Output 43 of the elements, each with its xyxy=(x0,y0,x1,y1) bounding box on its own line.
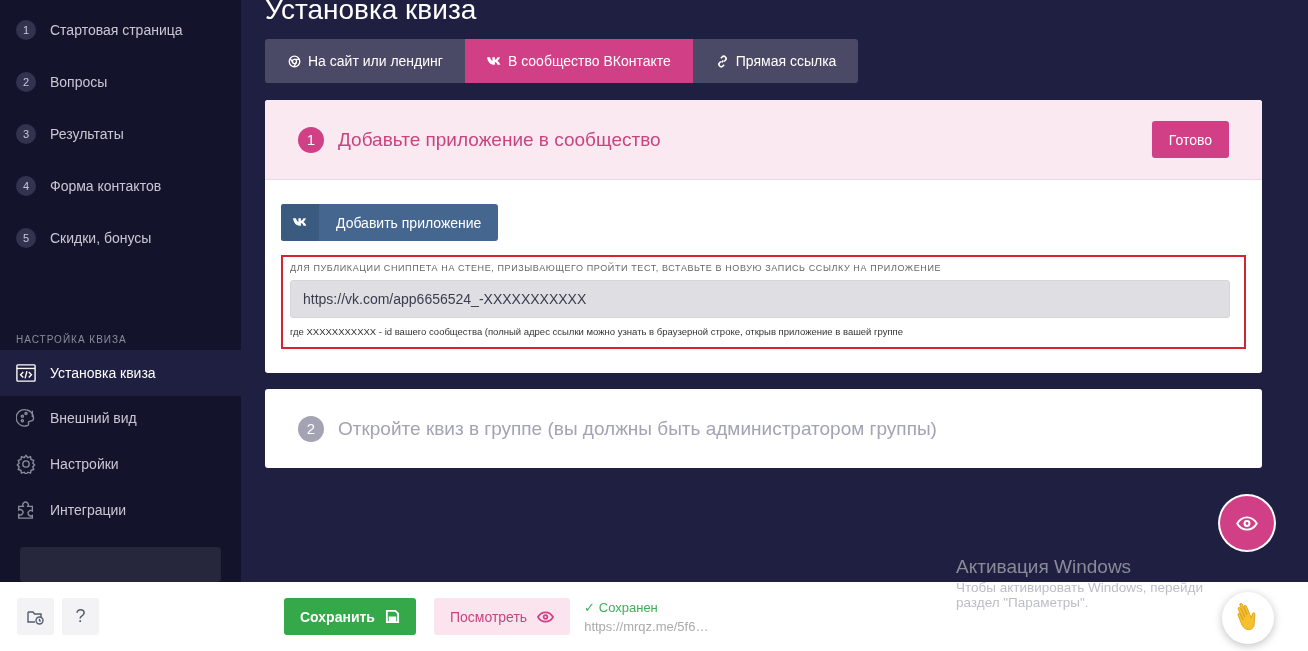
step-number: 1 xyxy=(298,126,324,153)
preview-button[interactable]: Посмотреть xyxy=(433,598,571,635)
folder-clock-icon xyxy=(26,608,45,625)
sidebar-item[interactable]: Интеграции xyxy=(0,487,241,533)
sidebar-item[interactable]: 5 Скидки, бонусы xyxy=(0,212,241,264)
sidebar-item[interactable]: Установка квиза xyxy=(0,349,241,396)
sidebar-item[interactable]: 4 Форма контактов xyxy=(0,160,241,212)
field-note: где XXXXXXXXXXX - id вашего сообщества (полный адрес ссылки можно узнать в браузерной строке, открыв приложение в вашей группе xyxy=(290,326,904,337)
sidebar-item[interactable]: 3 Результаты xyxy=(0,108,241,160)
preview-fab[interactable] xyxy=(1220,496,1274,550)
eye-icon xyxy=(1236,515,1258,531)
eye-icon xyxy=(537,610,555,623)
step-title: Откройте квиз в группе (вы должны быть администратором группы) xyxy=(338,417,937,440)
link-field[interactable]: https://vk.com/app6656524_-XXXXXXXXXXX xyxy=(290,280,1230,318)
tab[interactable]: Прямая ссылка xyxy=(692,39,859,83)
save-status: ✓ Сохранен xyxy=(584,599,659,615)
palette-icon xyxy=(16,408,36,429)
sidebar-item[interactable]: Настройки xyxy=(0,441,241,488)
field-label: ДЛЯ ПУБЛИКАЦИИ СНИППЕТА НА СТЕНЕ, ПРИЗЫВАЮЩЕГО ПРОЙТИ ТЕСТ, ВСТАВЬТЕ В НОВУЮ ЗАПИСЬ ССЫЛКУ НА ПРИЛОЖЕНИЕ xyxy=(290,263,943,273)
browser-icon xyxy=(287,54,302,68)
add-app-button[interactable]: Добавить приложение xyxy=(281,204,499,241)
sidebar-item[interactable]: 1 Стартовая страница xyxy=(0,4,241,56)
vk-logo-icon xyxy=(292,216,308,229)
vk-logo-icon xyxy=(486,54,502,68)
activation-text: раздел "Параметры". xyxy=(956,595,1090,610)
activation-text: Чтобы активировать Windows, перейди xyxy=(956,580,1203,595)
section-label: НАСТРОЙКА КВИЗА xyxy=(15,334,128,347)
puzzle-icon xyxy=(16,499,36,520)
settings-icon xyxy=(16,454,36,475)
help-button[interactable]: ? xyxy=(62,598,99,635)
tab[interactable]: На сайт или лендинг xyxy=(265,39,465,83)
tab[interactable]: В сообщество ВКонтакте xyxy=(464,39,693,83)
code-window-icon xyxy=(16,362,36,383)
quiz-url: https://mrqz.me/5f6… xyxy=(584,618,709,634)
sidebar-item[interactable]: 2 Вопросы xyxy=(0,56,241,108)
done-button[interactable]: Готово xyxy=(1151,121,1229,158)
step-number: 2 xyxy=(298,415,324,442)
sidebar-item[interactable]: Внешний вид xyxy=(0,395,241,442)
page-title: Установка квиза xyxy=(265,0,478,27)
history-button[interactable] xyxy=(17,598,54,635)
step-title: Добавьте приложение в сообщество xyxy=(338,128,662,151)
activation-title: Активация Windows xyxy=(956,556,1133,578)
save-icon xyxy=(384,609,400,624)
